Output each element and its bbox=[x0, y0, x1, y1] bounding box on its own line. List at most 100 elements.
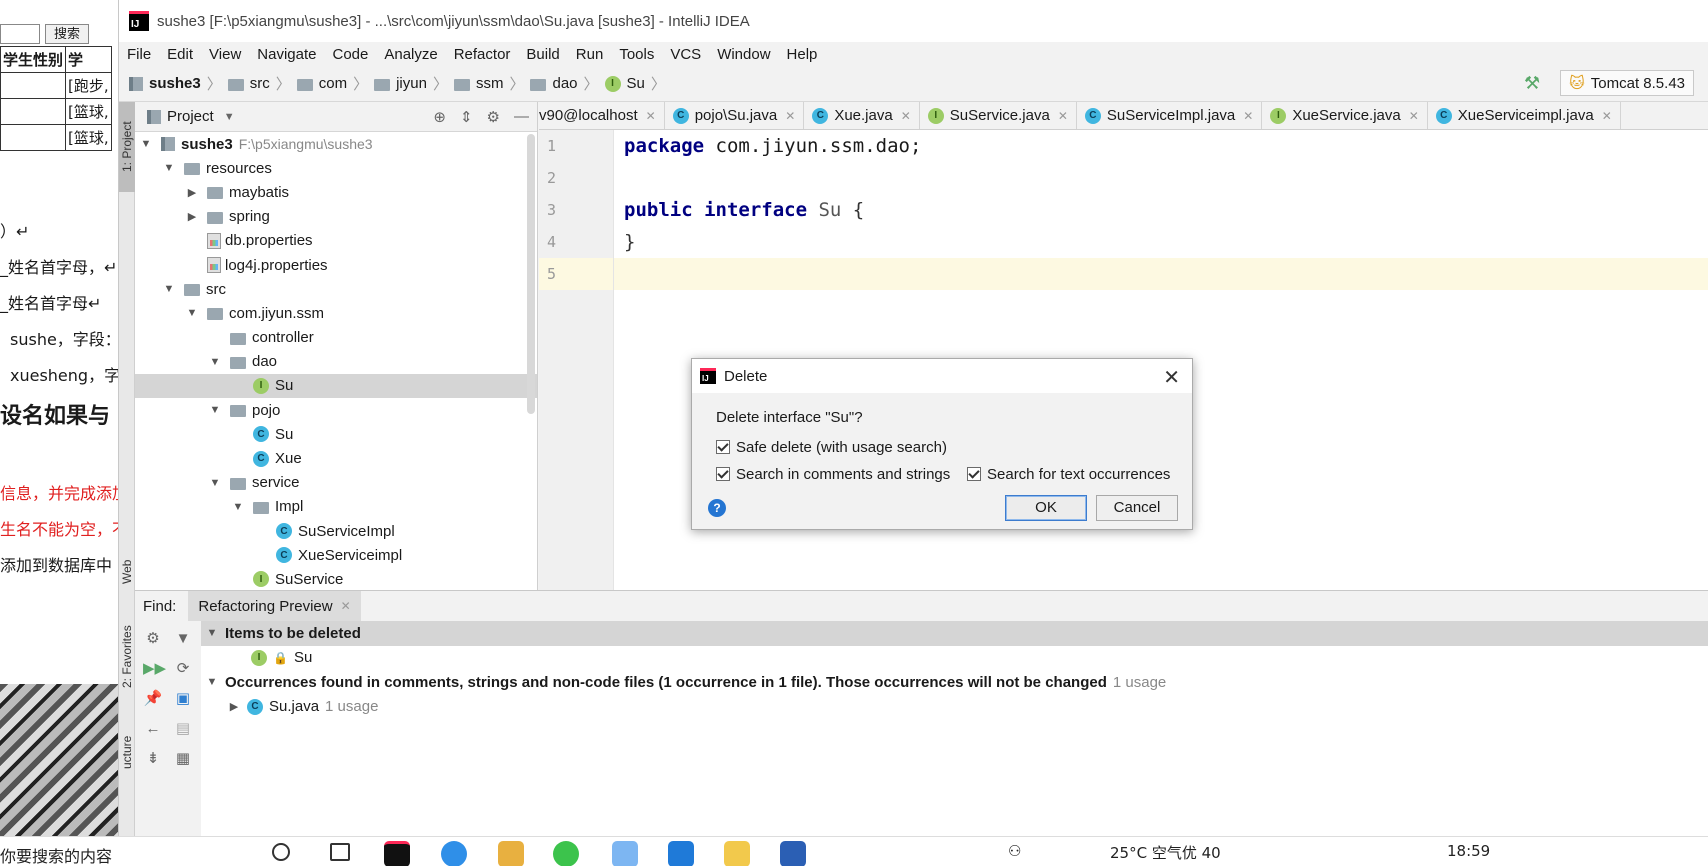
intellij-taskbar-icon[interactable] bbox=[384, 841, 410, 866]
people-icon[interactable]: ⚇ bbox=[1008, 842, 1021, 860]
chevron-down-icon[interactable]: ▼ bbox=[162, 283, 176, 295]
menu-help[interactable]: Help bbox=[787, 46, 818, 63]
chevron-down-icon[interactable]: ▼ bbox=[208, 404, 222, 416]
tab-refactoring-preview[interactable]: Refactoring Preview ✕ bbox=[188, 591, 361, 621]
menu-run[interactable]: Run bbox=[576, 46, 604, 63]
chevron-down-icon[interactable]: ▼ bbox=[185, 307, 199, 319]
chevron-down-icon[interactable]: ▼ bbox=[162, 162, 176, 174]
close-icon[interactable]: ✕ bbox=[1058, 109, 1068, 123]
menu-file[interactable]: File bbox=[127, 46, 151, 63]
tool-tab-favorites[interactable]: 2: Favorites bbox=[119, 612, 135, 702]
menu-edit[interactable]: Edit bbox=[167, 46, 193, 63]
tree-item[interactable]: ▼ dao bbox=[135, 350, 537, 374]
chevron-down-icon[interactable]: ▼ bbox=[139, 138, 153, 150]
cancel-button[interactable]: Cancel bbox=[1096, 495, 1178, 521]
checkbox-checked-icon[interactable] bbox=[967, 467, 981, 481]
results-group-occurrences[interactable]: ▼ Occurrences found in comments, strings… bbox=[201, 670, 1708, 695]
tree-item[interactable]: C Xue bbox=[135, 446, 537, 470]
chevron-right-icon[interactable]: ▶ bbox=[227, 700, 241, 713]
tree-item[interactable]: ▼ src bbox=[135, 277, 537, 301]
menu-vcs[interactable]: VCS bbox=[670, 46, 701, 63]
close-icon[interactable]: ✕ bbox=[646, 109, 656, 123]
results-file[interactable]: ▶ C Su.java 1 usage bbox=[201, 695, 1708, 720]
tool-tab-web[interactable]: Web bbox=[119, 542, 135, 602]
editor-tab[interactable]: C SuServiceImpl.java ✕ bbox=[1077, 102, 1263, 129]
expand-all-icon[interactable]: ⇟ bbox=[143, 749, 163, 769]
task-view-icon[interactable] bbox=[330, 843, 350, 861]
tree-item[interactable]: I Su bbox=[135, 373, 537, 399]
chevron-right-icon[interactable]: ▶ bbox=[185, 186, 199, 199]
weather-label[interactable]: 25°C 空气优 40 bbox=[1110, 842, 1221, 863]
group-icon[interactable]: ▦ bbox=[173, 749, 193, 769]
search-icon[interactable] bbox=[272, 843, 290, 861]
editor-tab[interactable]: Cpojo\Su.java ✕ bbox=[665, 102, 805, 129]
background-search-button[interactable]: 搜索 bbox=[45, 24, 89, 44]
code-line[interactable]: } bbox=[614, 226, 1708, 258]
editor-tab[interactable]: v90@localhost ✕ bbox=[539, 102, 665, 129]
checkbox-checked-icon[interactable] bbox=[716, 467, 730, 481]
word-icon[interactable] bbox=[780, 841, 806, 866]
tree-item[interactable]: C XueServiceimpl bbox=[135, 543, 537, 567]
tree-item[interactable]: C SuServiceImpl bbox=[135, 519, 537, 543]
chevron-right-icon[interactable]: ▶ bbox=[185, 210, 199, 223]
tree-item[interactable]: I SuService bbox=[135, 567, 537, 590]
tree-item[interactable]: ▼ com.jiyun.ssm bbox=[135, 301, 537, 325]
close-icon[interactable]: ✕ bbox=[901, 109, 911, 123]
hide-icon[interactable]: — bbox=[514, 108, 529, 126]
clock-time[interactable]: 18:59 bbox=[1447, 842, 1490, 860]
checkbox-checked-icon[interactable] bbox=[716, 440, 730, 454]
app-icon[interactable] bbox=[498, 841, 524, 866]
pin-icon[interactable]: 📌 bbox=[143, 689, 163, 709]
menu-tools[interactable]: Tools bbox=[619, 46, 654, 63]
breadcrumb-su[interactable]: I Su 〉 bbox=[604, 73, 666, 94]
refresh-icon[interactable]: ⟳ bbox=[173, 659, 193, 679]
code-line[interactable]: package com.jiyun.ssm.dao; bbox=[614, 130, 1708, 162]
safe-delete-checkbox[interactable]: Safe delete (with usage search) bbox=[716, 439, 947, 456]
close-icon[interactable]: ✕ bbox=[1243, 109, 1253, 123]
results-item[interactable]: I 🔒 Su bbox=[201, 646, 1708, 671]
chevron-down-icon[interactable]: ▼ bbox=[205, 676, 219, 688]
menu-code[interactable]: Code bbox=[332, 46, 368, 63]
taskbar-search-input[interactable]: 你要搜索的内容 bbox=[0, 843, 112, 866]
menu-analyze[interactable]: Analyze bbox=[384, 46, 437, 63]
tree-root[interactable]: ▼ sushe3 F:\p5xiangmu\sushe3 bbox=[135, 132, 537, 156]
rerun-icon[interactable]: ▶▶ bbox=[143, 659, 166, 679]
menu-window[interactable]: Window bbox=[717, 46, 770, 63]
gear-icon[interactable]: ⚙ bbox=[143, 629, 163, 649]
tree-item[interactable]: db.properties bbox=[135, 229, 537, 253]
tool-tab-project[interactable]: 1: Project bbox=[119, 102, 135, 192]
chevron-down-icon[interactable]: ▼ bbox=[205, 627, 219, 639]
editor-tab[interactable]: C XueServiceimpl.java ✕ bbox=[1428, 102, 1621, 129]
menu-view[interactable]: View bbox=[209, 46, 241, 63]
app-icon[interactable] bbox=[441, 841, 467, 866]
tree-item[interactable]: ▼ service bbox=[135, 471, 537, 495]
breadcrumb-dao[interactable]: dao 〉 bbox=[530, 73, 599, 94]
background-search-input[interactable] bbox=[0, 24, 40, 44]
collapse-all-icon[interactable]: ⇕ bbox=[460, 108, 473, 126]
editor-tab[interactable]: C Xue.java ✕ bbox=[804, 102, 920, 129]
code-line[interactable]: public interface Su { bbox=[614, 194, 1708, 226]
search-comments-checkbox[interactable]: Search in comments and strings bbox=[716, 466, 950, 483]
tree-item[interactable]: ▼ pojo bbox=[135, 398, 537, 422]
gear-icon[interactable]: ⚙ bbox=[487, 108, 500, 126]
editor-tab[interactable]: I XueService.java ✕ bbox=[1262, 102, 1428, 129]
chevron-down-icon[interactable]: ▼ bbox=[208, 477, 222, 489]
app-icon[interactable] bbox=[668, 841, 694, 866]
ok-button[interactable]: OK bbox=[1005, 495, 1087, 521]
editor-tab[interactable]: I SuService.java ✕ bbox=[920, 102, 1077, 129]
run-configuration-select[interactable]: 🐱 Tomcat 8.5.43 bbox=[1560, 70, 1694, 96]
export-icon[interactable]: ▤ bbox=[173, 719, 193, 739]
results-group-items-to-delete[interactable]: ▼ Items to be deleted bbox=[201, 621, 1708, 646]
search-text-checkbox[interactable]: Search for text occurrences bbox=[967, 466, 1170, 483]
breadcrumb-com[interactable]: com 〉 bbox=[296, 73, 368, 94]
tree-item[interactable]: controller bbox=[135, 326, 537, 350]
close-icon[interactable]: ✕ bbox=[1163, 365, 1180, 390]
build-hammer-icon[interactable]: ⚒ bbox=[1524, 73, 1540, 94]
help-icon[interactable]: ? bbox=[708, 499, 726, 517]
close-icon[interactable]: ✕ bbox=[785, 109, 795, 123]
tree-item[interactable]: ▶ spring bbox=[135, 205, 537, 229]
breadcrumb-ssm[interactable]: ssm 〉 bbox=[453, 73, 524, 94]
menu-build[interactable]: Build bbox=[526, 46, 559, 63]
tree-item[interactable]: ▼ resources bbox=[135, 156, 537, 180]
code-line[interactable] bbox=[614, 162, 1708, 194]
